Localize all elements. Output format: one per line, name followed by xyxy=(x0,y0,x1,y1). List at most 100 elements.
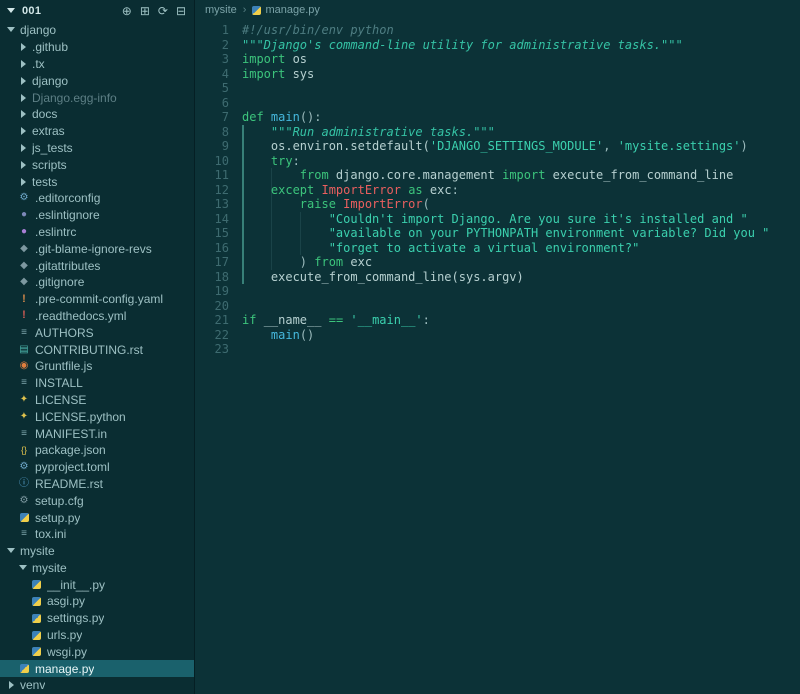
tree-item-label: .readthedocs.yml xyxy=(35,308,127,323)
tree-item-manage.py[interactable]: manage.py xyxy=(0,660,194,678)
chevron-right-icon[interactable] xyxy=(18,109,28,119)
editor-pane: mysite › manage.py 1 #!/usr/bin/env python 2… xyxy=(195,0,800,694)
tree-item-urls.py[interactable]: urls.py xyxy=(0,627,194,644)
chevron-right-icon[interactable] xyxy=(18,126,28,136)
tree-item-LICENSE.python[interactable]: ✦ LICENSE.python xyxy=(0,408,194,425)
code-line-text: from django.core.management import execu… xyxy=(242,168,734,183)
chevron-down-icon[interactable] xyxy=(6,546,16,556)
code-line[interactable]: 18 execute_from_command_line(sys.argv) xyxy=(195,270,800,285)
code-line[interactable]: 17 ) from exc xyxy=(195,255,800,270)
tree-item-.git-blame-ignore-revs[interactable]: ◆ .git-blame-ignore-revs xyxy=(0,240,194,257)
tree-item-django[interactable]: django xyxy=(0,72,194,89)
tree-item-label: __init__.py xyxy=(47,577,106,592)
breadcrumb-item-manage.py[interactable]: manage.py xyxy=(252,4,320,16)
tree-item-asgi.py[interactable]: asgi.py xyxy=(0,593,194,610)
code-line-text: if __name__ == '__main__': xyxy=(242,313,430,328)
code-line[interactable]: 10 try: xyxy=(195,154,800,169)
code-line[interactable]: 9 os.environ.setdefault('DJANGO_SETTINGS… xyxy=(195,139,800,154)
code-line[interactable]: 8 """Run administrative tasks.""" xyxy=(195,125,800,140)
code-line[interactable]: 22 main() xyxy=(195,328,800,343)
code-line[interactable]: 4 import sys xyxy=(195,67,800,82)
tree-item-.editorconfig[interactable]: ⚙ .editorconfig xyxy=(0,190,194,207)
tree-item-MANIFEST.in[interactable]: ≡ MANIFEST.in xyxy=(0,425,194,442)
code-line[interactable]: 12 except ImportError as exc: xyxy=(195,183,800,198)
chevron-down-icon[interactable] xyxy=(6,25,16,35)
code-line[interactable]: 5 xyxy=(195,81,800,96)
tree-item-label: tox.ini xyxy=(35,527,67,542)
tree-item-.github[interactable]: .github xyxy=(0,39,194,56)
refresh-icon[interactable]: ⟳ xyxy=(158,5,168,17)
chevron-right-icon[interactable] xyxy=(18,160,28,170)
code-line[interactable]: 6 xyxy=(195,96,800,111)
tree-item-tox.ini[interactable]: ≡ tox.ini xyxy=(0,526,194,543)
code-line[interactable]: 23 xyxy=(195,342,800,357)
tree-item-package.json[interactable]: {} package.json xyxy=(0,442,194,459)
tree-item-setup.py[interactable]: setup.py xyxy=(0,509,194,526)
tree-item-scripts[interactable]: scripts xyxy=(0,156,194,173)
tree-item-AUTHORS[interactable]: ≡ AUTHORS xyxy=(0,324,194,341)
chevron-right-icon[interactable] xyxy=(18,93,28,103)
tree-item-.gitattributes[interactable]: ◆ .gitattributes xyxy=(0,257,194,274)
tree-item-LICENSE[interactable]: ✦ LICENSE xyxy=(0,392,194,409)
chevron-down-icon[interactable] xyxy=(18,563,28,573)
code-line[interactable]: 14 "Couldn't import Django. Are you sure… xyxy=(195,212,800,227)
tree-item-CONTRIBUTING.rst[interactable]: ▤ CONTRIBUTING.rst xyxy=(0,341,194,358)
tree-item-django[interactable]: django xyxy=(0,22,194,39)
token-keyword: from xyxy=(299,168,336,182)
code-line[interactable]: 11 from django.core.management import ex… xyxy=(195,168,800,183)
code-line[interactable]: 7 def main(): xyxy=(195,110,800,125)
chevron-right-icon[interactable] xyxy=(18,59,28,69)
tree-item-docs[interactable]: docs xyxy=(0,106,194,123)
code-line[interactable]: 2 """Django's command-line utility for ad… xyxy=(195,38,800,53)
breadcrumb-item-mysite[interactable]: mysite xyxy=(205,4,237,16)
tree-item-tests[interactable]: tests xyxy=(0,173,194,190)
tree-item-Django.egg-info[interactable]: Django.egg-info xyxy=(0,89,194,106)
chevron-down-icon[interactable] xyxy=(6,6,16,16)
tree-item-Gruntfile.js[interactable]: ◉ Gruntfile.js xyxy=(0,358,194,375)
tree-item-mysite[interactable]: mysite xyxy=(0,560,194,577)
code-line[interactable]: 1 #!/usr/bin/env python xyxy=(195,23,800,38)
tree-item-.eslintrc[interactable]: ● .eslintrc xyxy=(0,224,194,241)
code-line[interactable]: 3 import os xyxy=(195,52,800,67)
chevron-right-icon[interactable] xyxy=(6,680,16,690)
tree-item-pyproject.toml[interactable]: ⚙ pyproject.toml xyxy=(0,459,194,476)
tree-item-README.rst[interactable]: ⓘ README.rst xyxy=(0,476,194,493)
new-file-icon[interactable]: ⊕ xyxy=(122,5,132,17)
git-icon: ◆ xyxy=(20,276,28,288)
tree-item-.eslintignore[interactable]: ● .eslintignore xyxy=(0,207,194,224)
code-line[interactable]: 20 xyxy=(195,299,800,314)
tree-item-mysite[interactable]: mysite xyxy=(0,543,194,560)
line-number: 13 xyxy=(214,197,229,211)
code-line[interactable]: 21 if __name__ == '__main__': xyxy=(195,313,800,328)
code-line[interactable]: 19 xyxy=(195,284,800,299)
tree-item-.gitignore[interactable]: ◆ .gitignore xyxy=(0,274,194,291)
new-folder-icon[interactable]: ⊞ xyxy=(140,5,150,17)
chevron-right-icon[interactable] xyxy=(18,143,28,153)
tree-item-INSTALL[interactable]: ≡ INSTALL xyxy=(0,375,194,392)
collapse-all-icon[interactable]: ⊟ xyxy=(176,5,186,17)
tree-item-__init__.py[interactable]: __init__.py xyxy=(0,576,194,593)
code-line[interactable]: 16 "forget to activate a virtual environ… xyxy=(195,241,800,256)
tree-item-setup.cfg[interactable]: ⚙ setup.cfg xyxy=(0,492,194,509)
tree-item-js_tests[interactable]: js_tests xyxy=(0,140,194,157)
tree-item-.readthedocs.yml[interactable]: ! .readthedocs.yml xyxy=(0,308,194,325)
chevron-right-icon[interactable] xyxy=(18,76,28,86)
code-line-text: execute_from_command_line(sys.argv) xyxy=(242,270,524,285)
chevron-right-icon[interactable] xyxy=(18,177,28,187)
line-number: 2 xyxy=(221,37,229,52)
tree-item-.tx[interactable]: .tx xyxy=(0,56,194,73)
token-punct: ) xyxy=(740,139,748,153)
code-line[interactable]: 15 "available on your PYTHONPATH environ… xyxy=(195,226,800,241)
tree-item-settings.py[interactable]: settings.py xyxy=(0,610,194,627)
explorer-header[interactable]: 001 ⊕ ⊞ ⟳ ⊟ xyxy=(0,0,194,22)
token-error: ImportError xyxy=(343,197,423,211)
chevron-right-icon[interactable] xyxy=(18,42,28,52)
tree-item-.pre-commit-config.yaml[interactable]: ! .pre-commit-config.yaml xyxy=(0,291,194,308)
tree-item-wsgi.py[interactable]: wsgi.py xyxy=(0,643,194,660)
line-number: 20 xyxy=(214,298,229,313)
code-line[interactable]: 13 raise ImportError( xyxy=(195,197,800,212)
tree-item-venv[interactable]: venv xyxy=(0,677,194,694)
code-area[interactable]: 1 #!/usr/bin/env python 2 """Django's comma… xyxy=(195,20,800,694)
tree-item-extras[interactable]: extras xyxy=(0,123,194,140)
